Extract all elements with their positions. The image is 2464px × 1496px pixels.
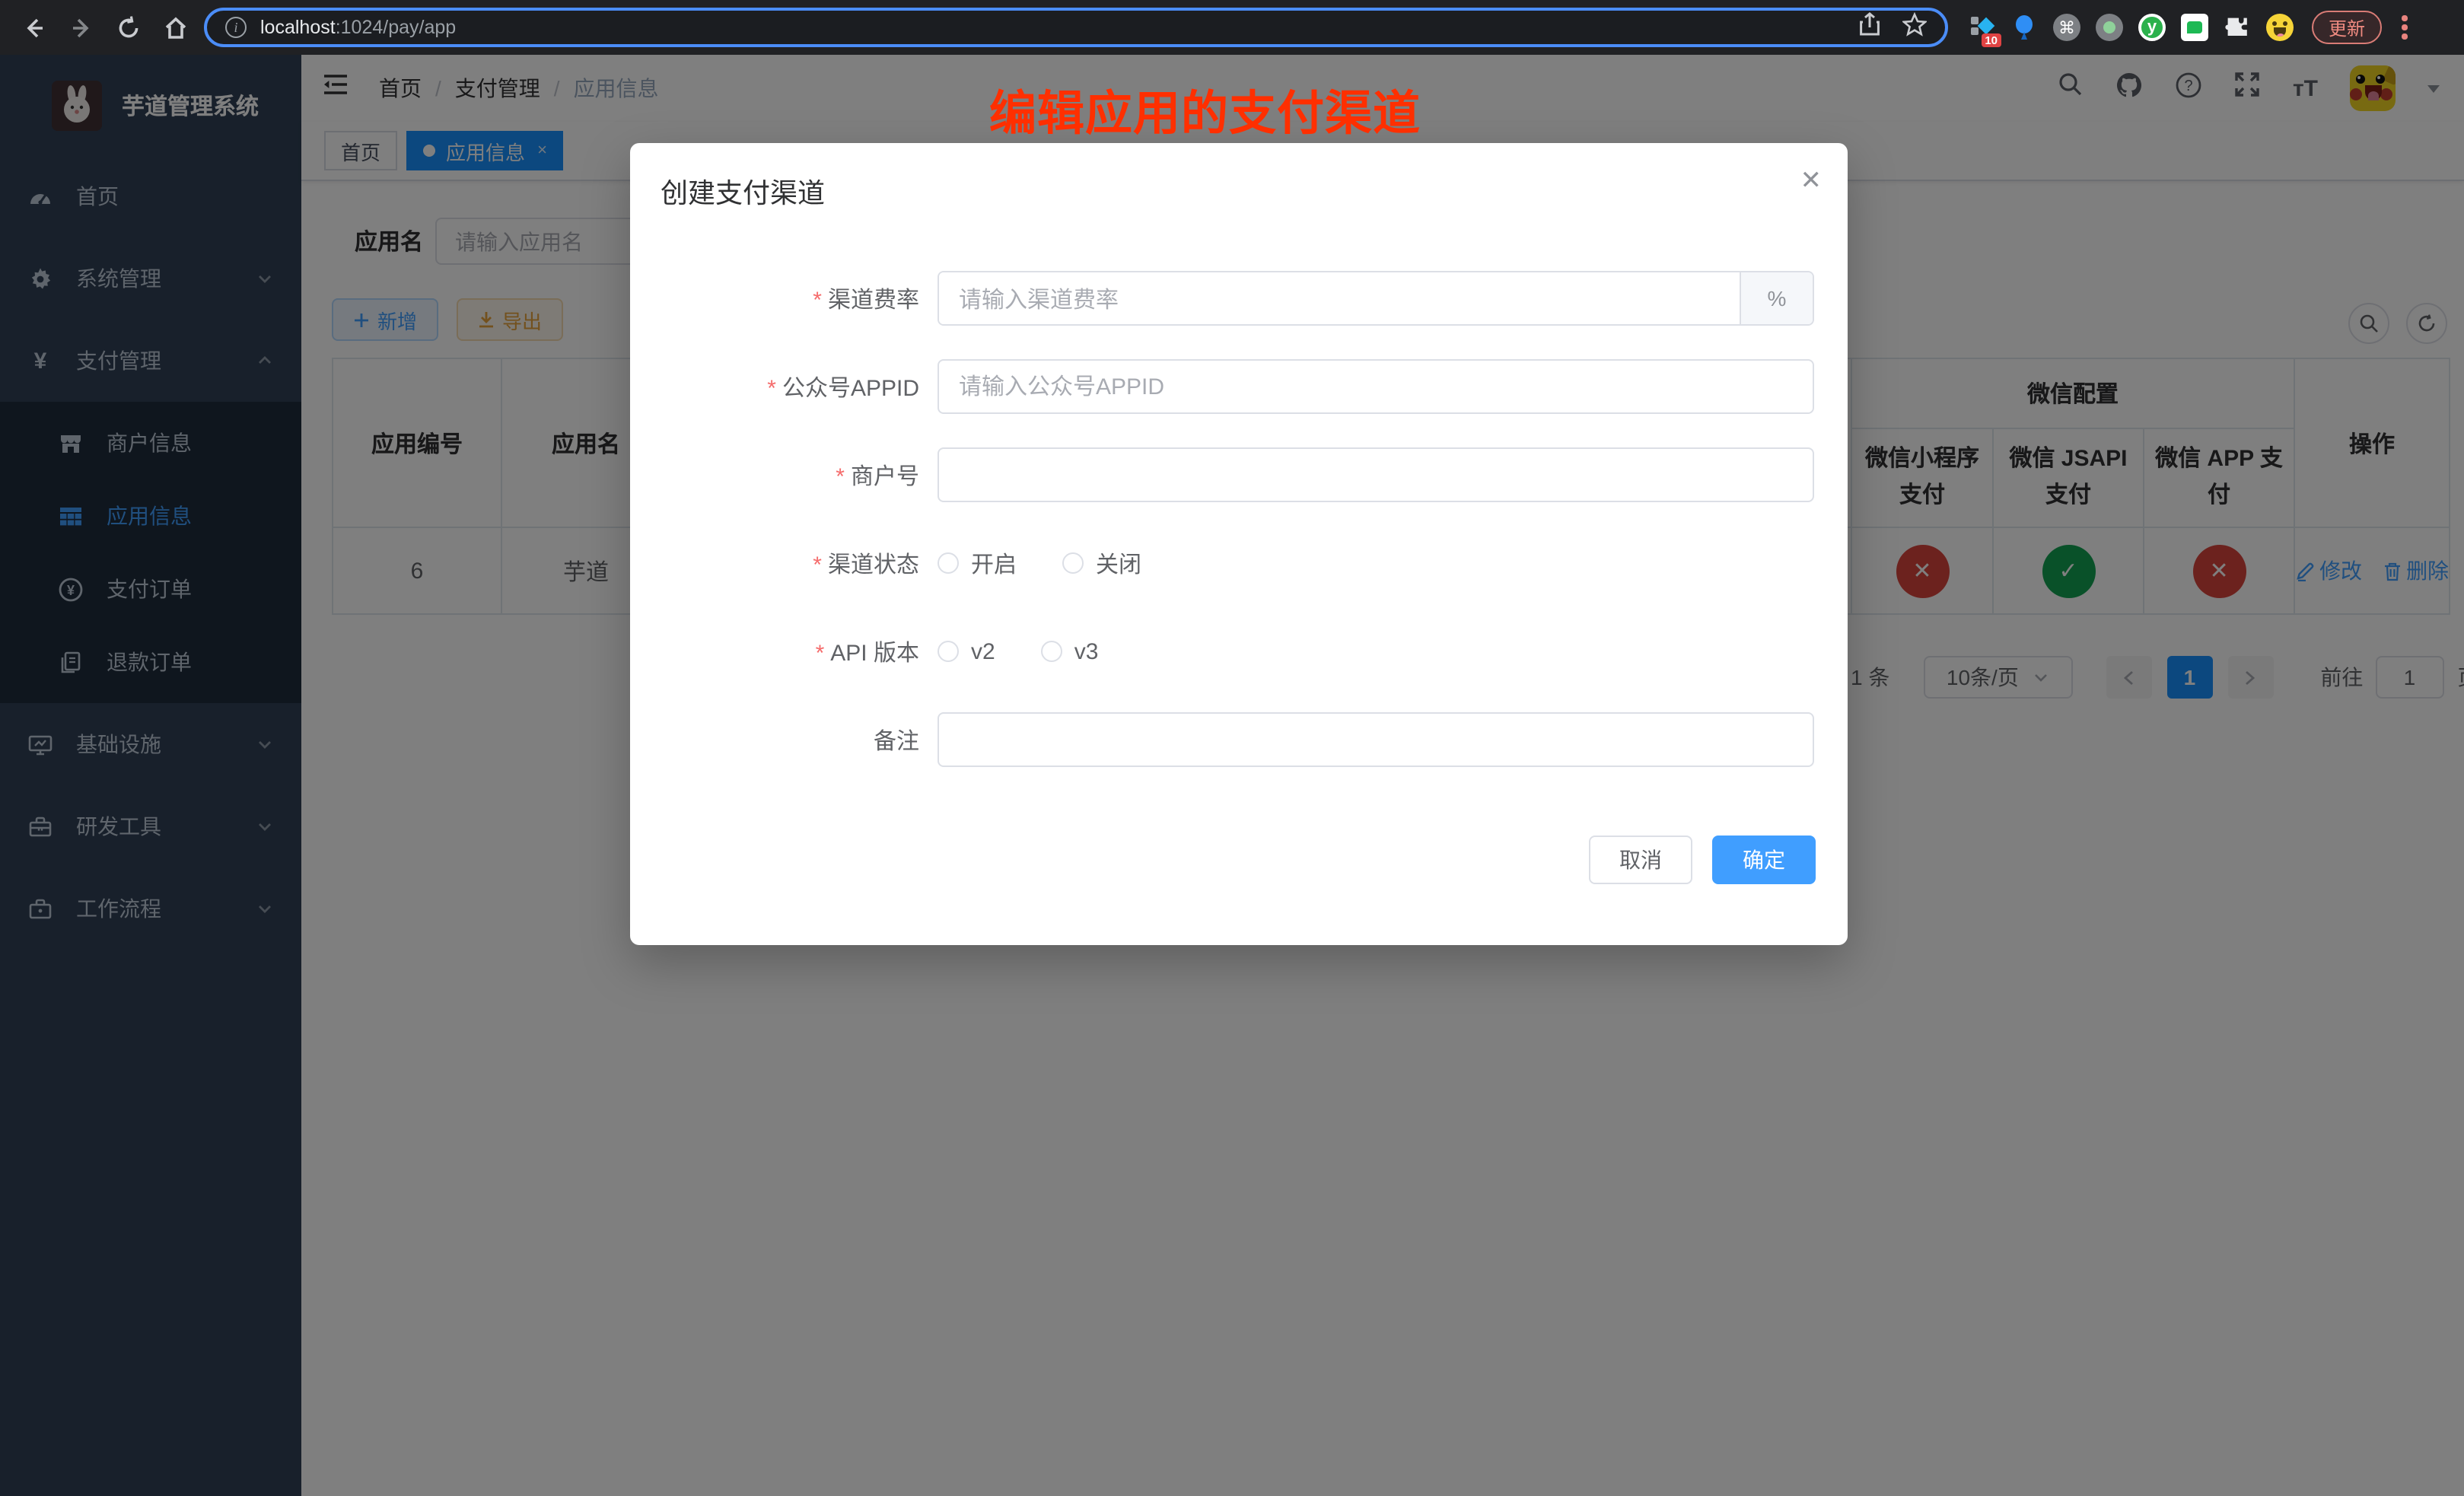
cancel-button[interactable]: 取消 <box>1589 836 1692 884</box>
api-version-label: API 版本 <box>630 635 938 667</box>
status-label: 渠道状态 <box>630 547 938 579</box>
radio-icon <box>1062 552 1084 574</box>
dialog-title: 创建支付渠道 <box>661 172 825 212</box>
browser-extensions: 10 ⌘ y <box>1968 14 2294 41</box>
radio-status-open[interactable]: 开启 <box>938 547 1017 579</box>
browser-menu-icon[interactable] <box>2397 11 2411 44</box>
radio-api-v2[interactable]: v2 <box>938 638 995 664</box>
rate-label: 渠道费率 <box>630 282 938 314</box>
close-icon[interactable]: ✕ <box>1800 167 1823 193</box>
dialog-footer: 取消 确定 <box>1589 836 1816 884</box>
form-row-rate: 渠道费率 % <box>630 271 1814 326</box>
share-icon[interactable] <box>1858 11 1881 43</box>
app-window: 芋道管理系统 首页 系统管理 ¥ 支付管理 <box>0 55 2464 1496</box>
screen: i localhost:1024/pay/app 10 ⌘ y 更新 <box>0 0 2464 1496</box>
merchant-input[interactable] <box>938 447 1814 502</box>
merchant-label: 商户号 <box>630 459 938 491</box>
radio-icon <box>938 641 959 662</box>
create-channel-dialog: 创建支付渠道 ✕ 渠道费率 % 公众号APPID <box>630 143 1848 945</box>
extension-badge: 10 <box>1981 33 2001 47</box>
form-row-api-version: API 版本 v2 v3 <box>630 624 1814 679</box>
radio-icon <box>1041 641 1062 662</box>
appid-input[interactable] <box>938 359 1814 414</box>
radio-api-v3[interactable]: v3 <box>1041 638 1099 664</box>
extension-puzzle-icon[interactable] <box>2224 14 2251 41</box>
extension-chat-icon[interactable] <box>2181 14 2208 41</box>
forward-icon[interactable] <box>68 14 94 40</box>
site-info-icon[interactable]: i <box>225 17 247 38</box>
appid-label: 公众号APPID <box>630 371 938 403</box>
remark-label: 备注 <box>630 724 938 756</box>
extension-y-icon[interactable]: y <box>2138 14 2166 41</box>
browser-chrome: i localhost:1024/pay/app 10 ⌘ y 更新 <box>0 0 2464 55</box>
browser-update-button[interactable]: 更新 <box>2312 11 2382 44</box>
channel-form: 渠道费率 % 公众号APPID 商户号 <box>630 271 1814 801</box>
url-text: localhost:1024/pay/app <box>260 17 456 38</box>
form-row-merchant: 商户号 <box>630 447 1814 502</box>
extension-emoji-icon[interactable] <box>2266 14 2294 41</box>
url-bar[interactable]: i localhost:1024/pay/app <box>204 8 1948 47</box>
extension-balloon-icon[interactable] <box>2010 14 2038 41</box>
extension-command-icon[interactable]: ⌘ <box>2053 14 2080 41</box>
percent-suffix: % <box>1740 272 1813 324</box>
extension-kanban-icon[interactable]: 10 <box>1968 14 1995 41</box>
form-row-status: 渠道状态 开启 关闭 <box>630 536 1814 590</box>
bookmark-star-icon[interactable] <box>1902 11 1927 43</box>
rate-input[interactable] <box>939 272 1740 326</box>
radio-icon <box>938 552 959 574</box>
radio-status-closed[interactable]: 关闭 <box>1062 547 1141 579</box>
back-icon[interactable] <box>21 14 47 40</box>
reload-icon[interactable] <box>116 14 142 40</box>
confirm-button[interactable]: 确定 <box>1712 836 1816 884</box>
extension-record-icon[interactable] <box>2096 14 2123 41</box>
annotation-text: 编辑应用的支付渠道 <box>989 75 1421 143</box>
form-row-remark: 备注 <box>630 712 1814 767</box>
remark-input[interactable] <box>938 712 1814 767</box>
form-row-appid: 公众号APPID <box>630 359 1814 414</box>
home-icon[interactable] <box>163 14 189 40</box>
